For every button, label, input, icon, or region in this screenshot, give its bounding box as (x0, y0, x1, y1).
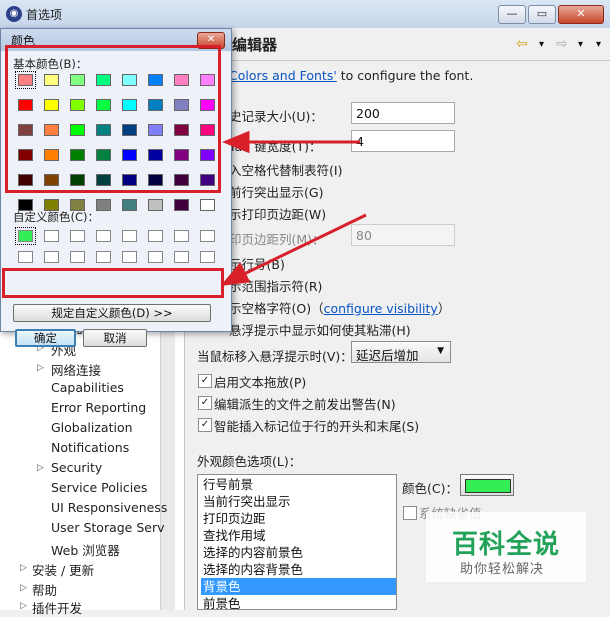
watermark: 百科全说 助你轻松解决 (426, 512, 586, 582)
arrow-line-2 (241, 213, 367, 277)
watermark-logo: 百科全说 (452, 530, 561, 560)
arrow-head-1 (222, 130, 250, 154)
arrow-head-2 (220, 262, 251, 286)
watermark-subtitle: 助你轻松解决 (460, 562, 545, 577)
